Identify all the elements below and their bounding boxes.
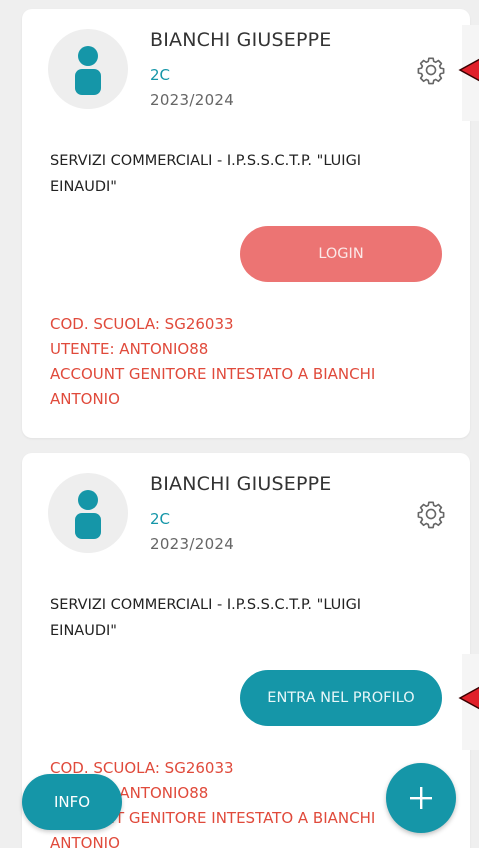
user-avatar-icon xyxy=(48,473,128,553)
enter-profile-button[interactable]: ENTRA NEL PROFILO xyxy=(240,670,442,726)
app-screen: BIANCHI GIUSEPPE 2C 2023/2024 SERVIZI CO… xyxy=(0,0,479,848)
school-code: COD. SCUOLA: SG26033 xyxy=(50,315,234,333)
school-line: EINAUDI" xyxy=(50,179,117,195)
school-name: SERVIZI COMMERCIALI - I.P.S.S.C.T.P. "LU… xyxy=(50,148,450,200)
school-code: COD. SCUOLA: SG26033 xyxy=(50,759,234,777)
student-name: BIANCHI GIUSEPPE xyxy=(150,29,332,51)
login-button[interactable]: LOGIN xyxy=(240,226,442,282)
account-owner: ANTONIO xyxy=(50,834,120,848)
account-info: COD. SCUOLA: SG26033 UTENTE: ANTONIO88 A… xyxy=(50,312,450,412)
red-arrow-icon xyxy=(458,58,479,82)
class-label: 2C xyxy=(150,66,171,84)
red-arrow-icon xyxy=(458,686,479,710)
school-name: SERVIZI COMMERCIALI - I.P.S.S.C.T.P. "LU… xyxy=(50,592,450,644)
plus-icon xyxy=(410,787,432,809)
gear-icon[interactable] xyxy=(416,55,446,85)
student-name: BIANCHI GIUSEPPE xyxy=(150,473,332,495)
school-line: EINAUDI" xyxy=(50,623,117,639)
class-label: 2C xyxy=(150,510,171,528)
user-avatar-icon xyxy=(48,29,128,109)
gear-icon[interactable] xyxy=(416,499,446,529)
info-button[interactable]: INFO xyxy=(22,774,122,830)
school-year: 2023/2024 xyxy=(150,535,235,553)
account-owner: ANTONIO xyxy=(50,390,120,408)
school-year: 2023/2024 xyxy=(150,91,235,109)
school-line: SERVIZI COMMERCIALI - I.P.S.S.C.T.P. "LU… xyxy=(50,597,362,613)
username: UTENTE: ANTONIO88 xyxy=(50,340,209,358)
account-card[interactable]: BIANCHI GIUSEPPE 2C 2023/2024 SERVIZI CO… xyxy=(22,9,470,438)
school-line: SERVIZI COMMERCIALI - I.P.S.S.C.T.P. "LU… xyxy=(50,153,362,169)
add-account-button[interactable] xyxy=(386,763,456,833)
account-owner: ACCOUNT GENITORE INTESTATO A BIANCHI xyxy=(50,365,376,383)
